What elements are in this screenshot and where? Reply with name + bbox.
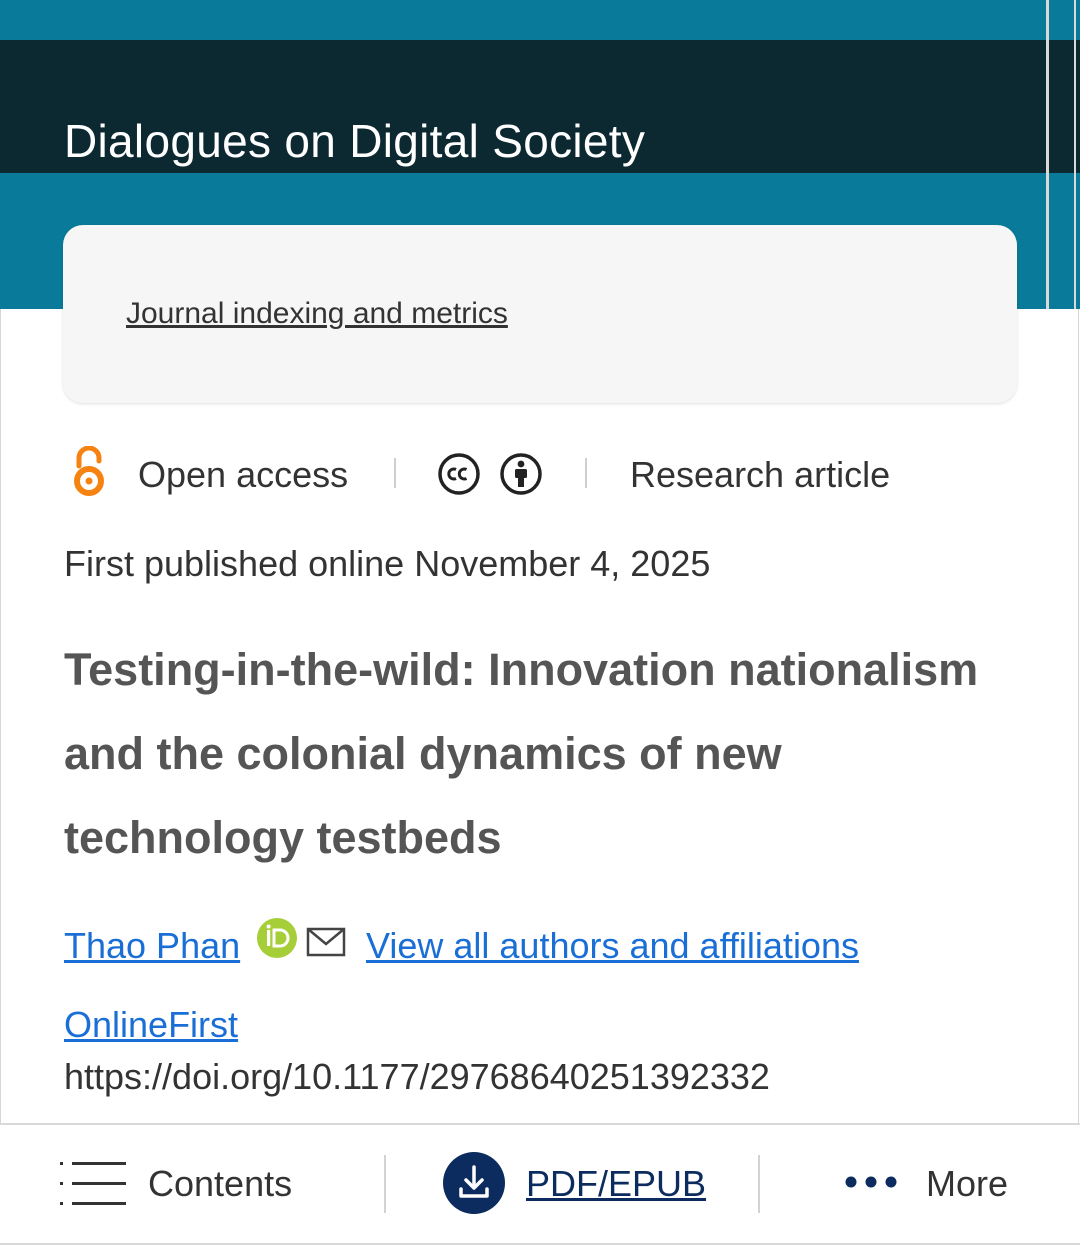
authors-row: Thao Phan View all authors and affiliati… — [64, 915, 1024, 975]
open-access-label: Open access — [138, 454, 349, 495]
header-top-band — [0, 0, 1080, 40]
header-edge-line — [1046, 0, 1049, 309]
menu-list-icon — [60, 1162, 126, 1205]
orcid-icon[interactable] — [256, 917, 298, 959]
article-meta-row: Open access Research article — [64, 446, 1024, 500]
bottom-toolbar: Contents PDF/EPUB More — [0, 1123, 1080, 1245]
meta-divider — [585, 458, 587, 488]
pdf-epub-label: PDF/EPUB — [526, 1163, 707, 1204]
more-label: More — [926, 1163, 1009, 1204]
content-right-border — [1078, 309, 1079, 1129]
toolbar-divider — [758, 1155, 760, 1213]
toolbar-divider — [384, 1155, 386, 1213]
author-link[interactable]: Thao Phan — [64, 925, 240, 967]
creative-commons-icon[interactable] — [437, 452, 481, 496]
open-access-icon — [74, 446, 104, 496]
all-authors-link[interactable]: View all authors and affiliations — [366, 925, 859, 967]
journal-info-card: Journal indexing and metrics — [63, 225, 1017, 403]
doi-text: https://doi.org/10.1177/2976864025139233… — [64, 1056, 770, 1097]
article-type: Research article — [630, 454, 891, 495]
journal-header: Dialogues on Digital Society — [0, 40, 1080, 173]
content-left-border — [0, 309, 1, 1129]
onlinefirst-link[interactable]: OnlineFirst — [64, 1004, 238, 1046]
pdf-epub-button[interactable]: PDF/EPUB — [442, 1147, 742, 1219]
published-date: First published online November 4, 2025 — [64, 543, 711, 584]
more-dots-icon — [845, 1176, 897, 1188]
journal-title[interactable]: Dialogues on Digital Society — [64, 114, 645, 168]
contents-label: Contents — [148, 1163, 293, 1204]
header-edge-line — [1074, 0, 1076, 309]
meta-divider — [394, 458, 396, 488]
more-button[interactable]: More — [840, 1147, 1040, 1219]
contents-button[interactable]: Contents — [60, 1147, 360, 1219]
mail-icon[interactable] — [306, 927, 346, 957]
journal-indexing-link[interactable]: Journal indexing and metrics — [126, 297, 508, 331]
attribution-icon[interactable] — [499, 452, 543, 496]
article-title: Testing-in-the-wild: Innovation national… — [64, 644, 979, 863]
download-icon — [443, 1152, 505, 1214]
